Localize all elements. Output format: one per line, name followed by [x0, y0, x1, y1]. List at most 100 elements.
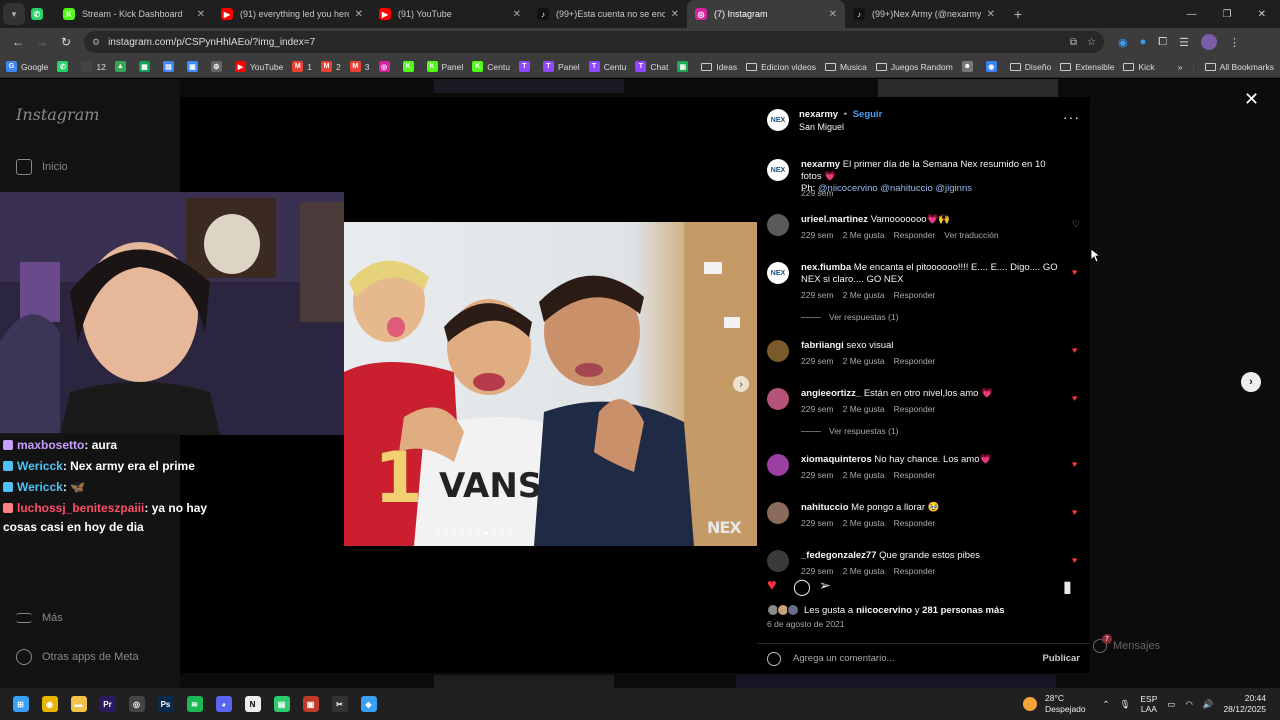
next-post-button[interactable]: › — [1241, 372, 1261, 392]
comment-username[interactable]: nex.fiumba — [801, 262, 851, 273]
bookmark-folder[interactable]: Diseño — [1009, 62, 1051, 72]
caption-username[interactable]: nexarmy — [801, 159, 840, 170]
comment-like-heart-icon[interactable]: ♥ — [1072, 393, 1077, 403]
tray-overflow-icon[interactable]: ⌃ — [1102, 699, 1109, 710]
comment-likes[interactable]: 2 Me gusta — [843, 404, 885, 414]
comment-like-heart-icon[interactable]: ♥ — [1072, 267, 1077, 277]
site-info-icon[interactable]: ⚙ — [92, 37, 100, 48]
tab-groups-icon[interactable]: ☰ — [1179, 36, 1189, 49]
comment-input[interactable]: Agrega un comentario... — [793, 653, 1043, 664]
taskbar-app[interactable]: ≋ — [180, 688, 209, 720]
bookmark-item[interactable]: 12 — [81, 61, 106, 72]
reply-button[interactable]: Responder — [894, 518, 936, 528]
address-bar[interactable]: ⚙ instagram.com/p/CSPynHhlAEo/?img_index… — [84, 31, 1104, 53]
bookmark-item[interactable]: T Panel — [542, 61, 580, 72]
taskbar-app[interactable]: ▤ — [267, 688, 296, 720]
display-icon[interactable]: ▭ — [1167, 699, 1175, 710]
emoji-icon[interactable] — [767, 651, 781, 666]
likes-summary[interactable]: Les gusta a niicocervino y 281 personas … — [767, 604, 1005, 616]
close-window-icon[interactable]: ✕ — [1258, 9, 1266, 20]
back-icon[interactable]: ← — [6, 35, 30, 49]
likes-count[interactable]: 281 personas más — [922, 605, 1004, 616]
bookmarks-overflow-icon[interactable]: » — [1178, 62, 1183, 72]
bookmark-item[interactable]: T Chat — [635, 61, 668, 72]
caption-mentions[interactable]: @niicocervino @nahituccio @jiginns — [818, 183, 972, 194]
tab-close-icon[interactable]: ✕ — [513, 9, 521, 20]
taskbar-app[interactable]: ◎ — [122, 688, 151, 720]
forward-icon[interactable]: → — [30, 35, 54, 49]
bookmark-item[interactable]: ◉ — [985, 61, 1001, 72]
taskbar-app[interactable]: Ps — [151, 688, 180, 720]
url-text[interactable]: instagram.com/p/CSPynHhlAEo/?img_index=7 — [108, 37, 1060, 48]
comment-like-heart-icon[interactable]: ♥ — [1072, 345, 1077, 355]
bookmark-item[interactable]: ▤ — [162, 61, 178, 72]
bookmark-item[interactable]: ✆ — [57, 61, 72, 72]
network-icon[interactable]: ◠ — [1185, 699, 1192, 710]
comment-likes[interactable]: 2 Me gusta — [843, 470, 885, 480]
reload-icon[interactable]: ↻ — [54, 35, 78, 49]
bookmark-item[interactable]: G Google — [6, 61, 48, 72]
comment-likes[interactable]: 2 Me gusta — [843, 290, 885, 300]
pinned-tab-whatsapp[interactable]: ✆ — [25, 0, 55, 28]
comment-likes[interactable]: 2 Me gusta — [843, 230, 885, 240]
tab-close-icon[interactable]: ✕ — [355, 9, 363, 20]
tab-close-icon[interactable]: ✕ — [671, 9, 679, 20]
caption-avatar[interactable]: NEX — [767, 159, 789, 181]
bookmark-folder[interactable]: Edicion videos — [746, 62, 816, 72]
see-translation-button[interactable]: Ver traducción — [944, 230, 998, 240]
minimize-icon[interactable]: — — [1187, 9, 1197, 20]
extension-2-icon[interactable]: ● — [1140, 36, 1147, 48]
bookmark-item[interactable]: ▲ — [114, 61, 130, 72]
reply-button[interactable]: Responder — [894, 566, 936, 576]
new-tab-button[interactable]: + — [1007, 6, 1029, 22]
commenter-avatar[interactable] — [767, 388, 789, 410]
comment-like-heart-icon[interactable]: ♥ — [1072, 555, 1077, 565]
bookmark-item[interactable]: K — [402, 61, 418, 72]
bookmark-folder[interactable]: Juegos Random — [875, 62, 953, 72]
tab-search-button[interactable]: ▾ — [3, 3, 25, 25]
browser-tab[interactable]: ▶ (91) YouTube ✕ — [371, 0, 529, 28]
input-language[interactable]: ESP LAA — [1140, 694, 1157, 714]
browser-tab[interactable]: K Stream - Kick Dashboard ✕ — [55, 0, 213, 28]
comment-username[interactable]: _fedegonzalez77 — [801, 550, 877, 561]
reply-button[interactable]: Responder — [894, 230, 936, 240]
view-replies-button[interactable]: Ver respuestas (1) — [801, 312, 898, 322]
bookmark-item[interactable]: M1 — [292, 61, 312, 72]
comment-bubble-icon[interactable]: ◯ — [793, 577, 811, 597]
bookmark-folder[interactable]: Musica — [824, 62, 867, 72]
bookmark-item[interactable]: K Panel — [426, 61, 463, 72]
taskbar-app[interactable]: ◉ — [35, 688, 64, 720]
bookmark-item[interactable]: ☻ — [961, 61, 977, 72]
bookmark-star-icon[interactable]: ☆ — [1087, 37, 1096, 48]
commenter-avatar[interactable] — [767, 502, 789, 524]
close-modal-icon[interactable]: ✕ — [1244, 89, 1259, 110]
install-app-icon[interactable]: ⧉ — [1070, 37, 1077, 48]
author-username[interactable]: nexarmy • Seguir — [799, 109, 882, 120]
bookmark-item[interactable]: M3 — [349, 61, 370, 72]
extension-icon[interactable]: ◉ — [1118, 36, 1128, 49]
save-bookmark-icon[interactable]: ▮ — [1063, 577, 1072, 597]
bookmark-item[interactable]: ▶ YouTube — [234, 61, 283, 72]
taskbar-app[interactable]: N — [238, 688, 267, 720]
nav-more[interactable]: Más — [16, 612, 63, 624]
bookmark-item[interactable]: T Centu — [588, 61, 626, 72]
clock[interactable]: 20:44 28/12/2025 — [1223, 693, 1266, 715]
reply-button[interactable]: Responder — [894, 404, 936, 414]
follow-button[interactable]: Seguir — [853, 109, 883, 120]
tab-close-icon[interactable]: ✕ — [197, 9, 205, 20]
publish-button[interactable]: Publicar — [1043, 653, 1081, 664]
weather-widget[interactable]: 28°C Despejado — [1023, 693, 1086, 715]
bookmark-item[interactable]: ◎ — [378, 61, 394, 72]
comment-username[interactable]: urieel.martinez — [801, 214, 868, 225]
bookmark-item[interactable]: K Centu — [472, 61, 510, 72]
commenter-avatar[interactable] — [767, 454, 789, 476]
comment-like-heart-icon[interactable]: ♥ — [1072, 507, 1077, 517]
comment-like-heart-icon[interactable]: ♡ — [1072, 219, 1080, 230]
reply-button[interactable]: Responder — [894, 290, 936, 300]
comment-like-heart-icon[interactable]: ♥ — [1072, 459, 1077, 469]
taskbar-app[interactable]: Pr — [93, 688, 122, 720]
taskbar-app[interactable]: ◆ — [354, 688, 383, 720]
comment-username[interactable]: angieeortizz_ — [801, 388, 861, 399]
instagram-logo[interactable]: Instagram — [16, 105, 99, 124]
taskbar-app[interactable]: ▬ — [64, 688, 93, 720]
